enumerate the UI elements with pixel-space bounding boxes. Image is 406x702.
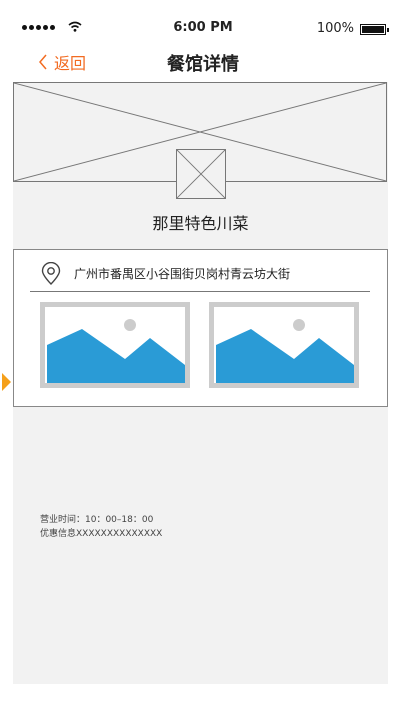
battery-icon	[360, 24, 389, 35]
logo-image-placeholder	[176, 149, 226, 199]
info-card: 广州市番禺区小谷围街贝岗村青云坊大街	[13, 249, 388, 407]
battery-percentage: 100%	[316, 21, 354, 36]
business-hours: 营业时间：10：00–18：00	[40, 515, 154, 525]
side-indicator-arrow	[2, 373, 11, 391]
status-bar: 6:00 PM 100%	[0, 0, 406, 40]
restaurant-address[interactable]: 广州市番禺区小谷围街贝岗村青云坊大街	[74, 265, 290, 282]
image-placeholder-icon	[177, 150, 225, 198]
restaurant-name: 那里特色川菜	[152, 214, 249, 233]
restaurant-photo[interactable]	[40, 302, 190, 388]
nav-bar: 返回 餐馆详情	[0, 40, 406, 80]
page-title: 餐馆详情	[167, 54, 239, 75]
restaurant-detail-panel: 那里特色川菜 广州市番禺区小谷围街贝岗村青云坊大街 营业时间：10：00–18：…	[13, 82, 388, 684]
discount-info: 优惠信息XXXXXXXXXXXXXX	[40, 529, 163, 539]
image-placeholder-icon	[216, 319, 354, 383]
image-placeholder-icon	[47, 319, 185, 383]
restaurant-photo[interactable]	[209, 302, 359, 388]
location-pin-icon	[41, 262, 61, 285]
divider	[30, 291, 370, 292]
